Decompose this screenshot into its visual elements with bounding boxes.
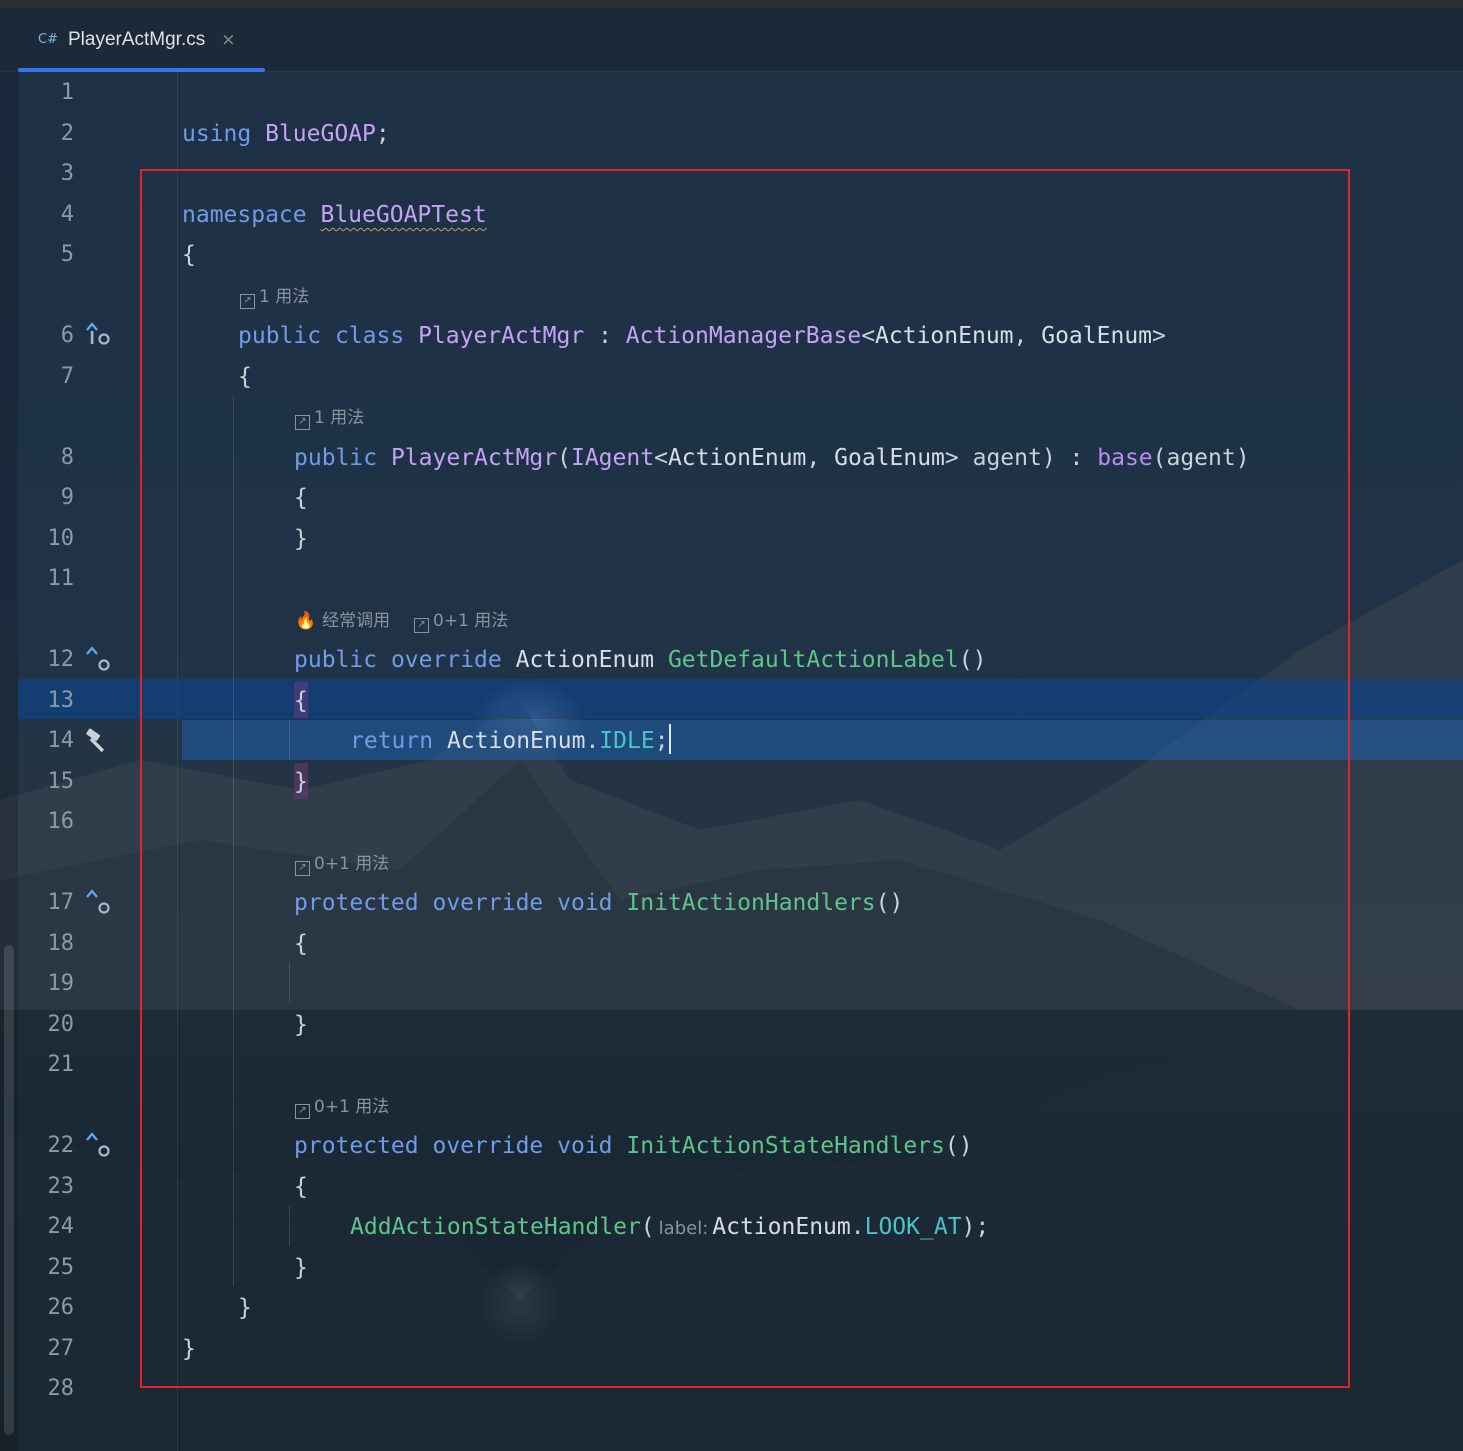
code-line-2[interactable]: using BlueGOAP;: [182, 114, 390, 154]
line-number: 23: [47, 1174, 75, 1199]
tab-playeractmgr[interactable]: C# PlayerActMgr.cs ×: [18, 8, 265, 72]
line-number: 20: [47, 1012, 75, 1037]
line-number: 17: [47, 890, 75, 915]
selection-annotation-box: [140, 169, 1350, 1388]
window-top-strip: [0, 0, 1463, 8]
line-number: 9: [60, 485, 74, 510]
punct: ;: [375, 121, 390, 147]
line-number: 11: [47, 566, 75, 591]
line-number: 26: [47, 1295, 75, 1320]
line-number: 22: [47, 1133, 75, 1158]
line-number: 19: [47, 971, 75, 996]
line-number: 3: [60, 161, 74, 186]
line-number: 4: [60, 202, 74, 227]
line-number: 27: [47, 1336, 75, 1361]
line-number: 15: [47, 769, 75, 794]
line-number: 24: [47, 1214, 75, 1239]
override-icon[interactable]: [84, 1126, 112, 1166]
line-number: 12: [47, 647, 75, 672]
line-number: 28: [47, 1376, 75, 1401]
active-tab-indicator: [18, 68, 265, 72]
line-number: 8: [60, 445, 74, 470]
line-number: 13: [47, 688, 75, 713]
tab-filename: PlayerActMgr.cs: [67, 28, 206, 50]
scrollbar-thumb[interactable]: [4, 945, 14, 1435]
line-number: 21: [47, 1052, 75, 1077]
line-number: 14: [47, 728, 75, 753]
line-number: 16: [47, 809, 75, 834]
line-number: 10: [47, 526, 75, 551]
override-icon[interactable]: [84, 883, 112, 923]
line-number: 18: [47, 931, 75, 956]
implemented-override-icon[interactable]: [84, 316, 112, 356]
keyword: using: [182, 121, 252, 147]
line-number: 2: [60, 121, 74, 146]
close-icon[interactable]: ×: [221, 30, 235, 50]
hammer-icon[interactable]: [84, 721, 112, 761]
line-number: 6: [60, 323, 74, 348]
editor-tab-bar: C# PlayerActMgr.cs ×: [0, 8, 1463, 72]
csharp-file-icon: C#: [38, 32, 58, 47]
line-number: 7: [60, 364, 74, 389]
namespace-ref: BlueGOAP: [265, 121, 376, 147]
line-number: 1: [60, 80, 74, 105]
override-icon[interactable]: [84, 640, 112, 680]
line-number: 25: [47, 1255, 75, 1280]
line-number: 5: [60, 242, 74, 267]
